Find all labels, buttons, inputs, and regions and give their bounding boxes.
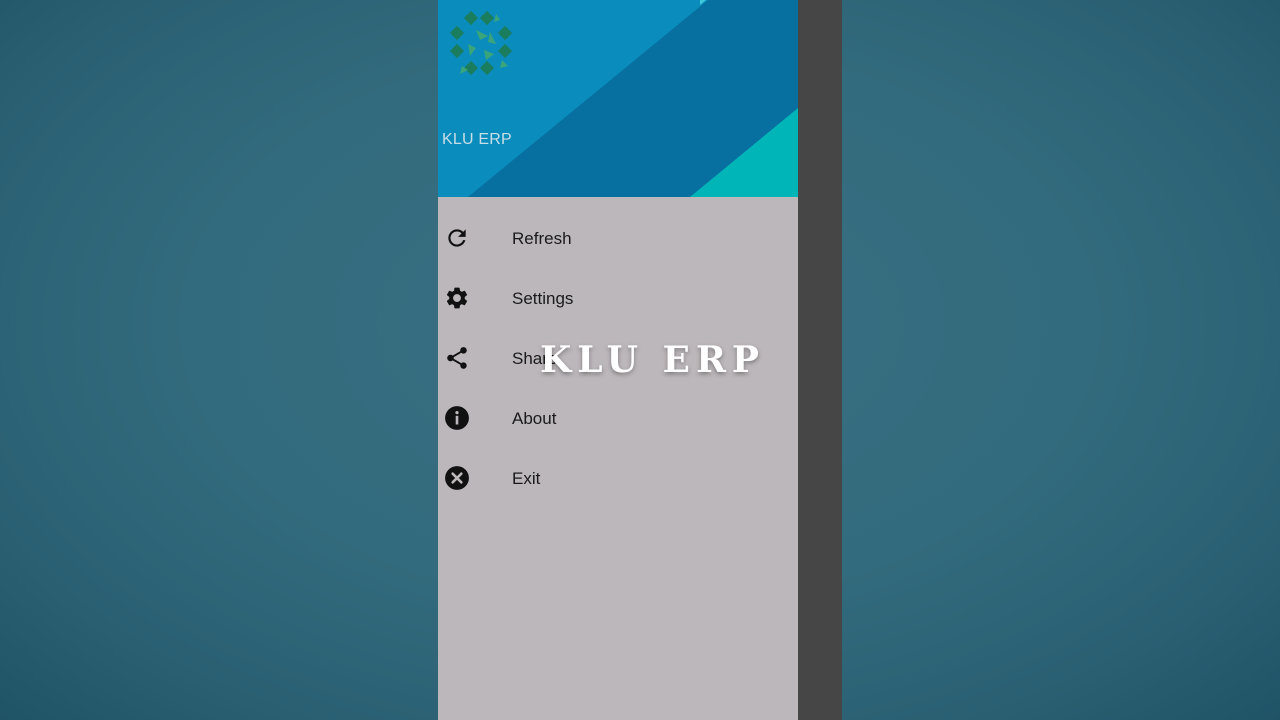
refresh-icon <box>448 229 466 247</box>
drawer-header: KLU ERP <box>438 0 798 197</box>
menu-item-about[interactable]: About <box>438 388 798 448</box>
menu-item-label: About <box>512 409 557 428</box>
video-frame: KLU ERP Refresh Settings Share About Exi… <box>0 0 1280 720</box>
close-circle-icon <box>445 466 469 490</box>
menu-item-exit[interactable]: Exit <box>438 448 798 508</box>
video-overlay-title: KLU ERP <box>540 339 765 381</box>
menu-item-settings[interactable]: Settings <box>438 268 798 328</box>
menu-item-refresh[interactable]: Refresh <box>438 208 798 268</box>
menu-item-label: Refresh <box>512 229 572 248</box>
share-icon <box>447 347 467 369</box>
drawer-header-title: KLU ERP <box>442 131 512 148</box>
info-icon <box>445 406 469 430</box>
klu-logo-icon <box>449 10 513 76</box>
menu-item-label: Settings <box>512 289 574 308</box>
gear-icon <box>446 287 468 309</box>
menu-item-label: Exit <box>512 469 541 488</box>
drawer-scrim[interactable] <box>798 0 842 720</box>
